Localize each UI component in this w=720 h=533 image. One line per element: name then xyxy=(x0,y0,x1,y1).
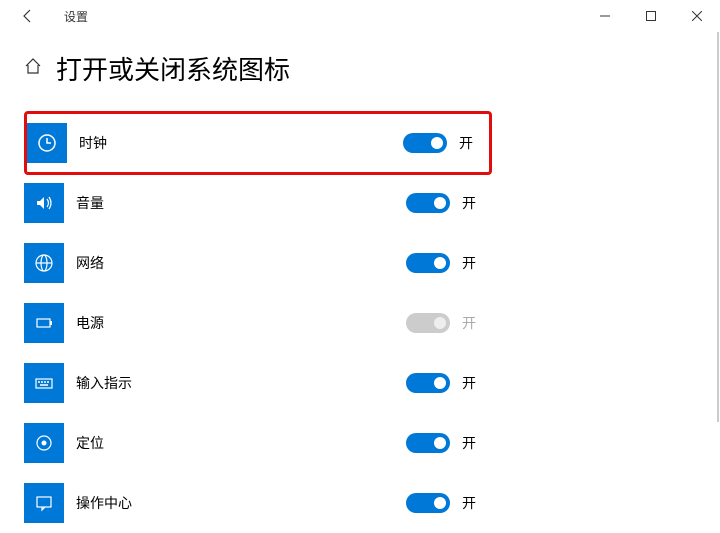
toggle-knob xyxy=(434,317,446,329)
toggle-input[interactable] xyxy=(406,373,450,393)
row-power: 电源 开 xyxy=(24,293,492,353)
content: 打开或关闭系统图标 时钟 开 音量 开 网络 开 xyxy=(0,32,720,533)
toggle-network[interactable] xyxy=(406,253,450,273)
battery-icon xyxy=(24,303,64,343)
toggle-knob xyxy=(434,257,446,269)
header-row: 打开或关闭系统图标 xyxy=(24,50,696,87)
settings-list: 时钟 开 音量 开 网络 开 电源 开 xyxy=(24,111,492,533)
globe-icon xyxy=(24,243,64,283)
row-input: 输入指示 开 xyxy=(24,353,492,413)
toggle-knob xyxy=(434,197,446,209)
close-button[interactable] xyxy=(674,0,720,32)
state-network: 开 xyxy=(462,253,492,273)
row-location: 定位 开 xyxy=(24,413,492,473)
location-icon xyxy=(24,423,64,463)
label-power: 电源 xyxy=(76,313,406,333)
back-button[interactable] xyxy=(12,0,44,32)
row-clock: 时钟 开 xyxy=(24,111,492,175)
toggle-knob xyxy=(434,377,446,389)
state-input: 开 xyxy=(462,373,492,393)
keyboard-icon xyxy=(24,363,64,403)
app-title: 设置 xyxy=(64,8,88,25)
scrollbar-thumb[interactable] xyxy=(717,32,719,422)
volume-icon xyxy=(24,183,64,223)
minimize-icon xyxy=(600,11,610,21)
row-network: 网络 开 xyxy=(24,233,492,293)
toggle-knob xyxy=(434,497,446,509)
toggle-location[interactable] xyxy=(406,433,450,453)
minimize-button[interactable] xyxy=(582,0,628,32)
state-volume: 开 xyxy=(462,193,492,213)
scrollbar[interactable] xyxy=(716,32,720,524)
maximize-button[interactable] xyxy=(628,0,674,32)
toggle-power xyxy=(406,313,450,333)
window-controls xyxy=(582,0,720,32)
toggle-action-center[interactable] xyxy=(406,493,450,513)
close-icon xyxy=(692,11,702,21)
state-clock: 开 xyxy=(459,133,489,153)
action-center-icon xyxy=(24,483,64,523)
state-location: 开 xyxy=(462,433,492,453)
label-location: 定位 xyxy=(76,433,406,453)
state-action-center: 开 xyxy=(462,493,492,513)
label-input: 输入指示 xyxy=(76,373,406,393)
clock-icon xyxy=(27,123,67,163)
toggle-knob xyxy=(434,437,446,449)
row-action-center: 操作中心 开 xyxy=(24,473,492,533)
arrow-left-icon xyxy=(20,8,36,24)
toggle-knob xyxy=(431,137,443,149)
state-power: 开 xyxy=(462,313,492,333)
toggle-volume[interactable] xyxy=(406,193,450,213)
label-action-center: 操作中心 xyxy=(76,493,406,513)
label-clock: 时钟 xyxy=(79,133,403,153)
row-volume: 音量 开 xyxy=(24,173,492,233)
maximize-icon xyxy=(646,11,656,21)
titlebar: 设置 xyxy=(0,0,720,32)
home-icon[interactable] xyxy=(24,57,42,80)
page-title: 打开或关闭系统图标 xyxy=(56,50,290,87)
label-network: 网络 xyxy=(76,253,406,273)
toggle-clock[interactable] xyxy=(403,133,447,153)
label-volume: 音量 xyxy=(76,193,406,213)
